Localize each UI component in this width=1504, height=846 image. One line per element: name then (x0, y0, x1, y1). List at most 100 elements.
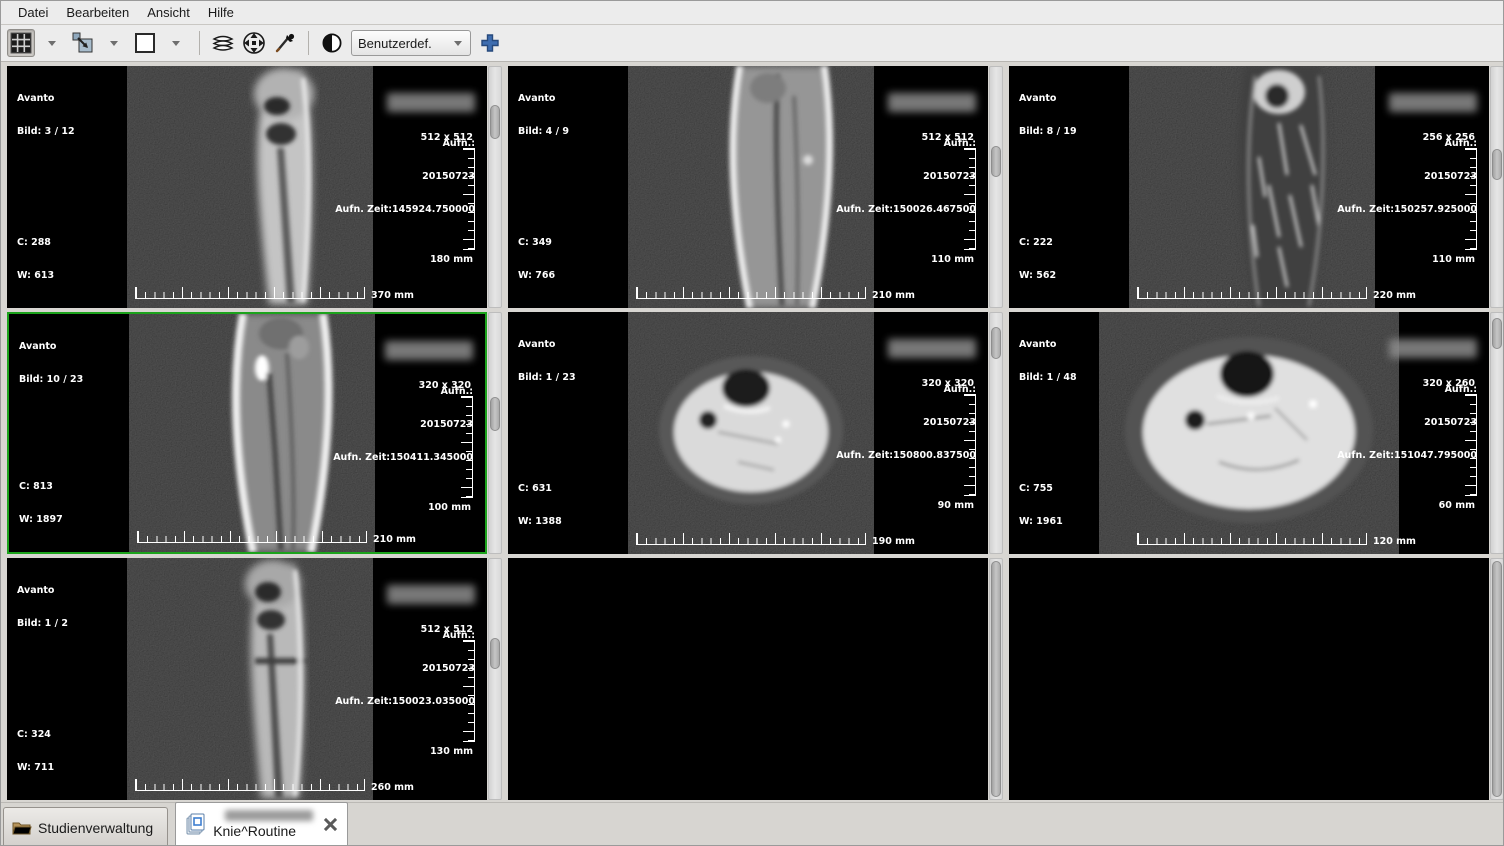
grid-layout-icon (10, 32, 32, 54)
scrollbar-thumb[interactable] (490, 105, 500, 139)
window-value: W: 766 (518, 270, 558, 281)
image-counter: Bild: 1 / 48 (1019, 372, 1077, 383)
menu-hilfe[interactable]: Hilfe (199, 2, 243, 23)
series-scrollbar[interactable] (1490, 558, 1504, 800)
scanner-label: Avanto (19, 341, 83, 352)
horizontal-ruler (1137, 287, 1367, 299)
layers-button[interactable] (209, 29, 237, 57)
acq-date: 20150723 (335, 171, 475, 182)
preset-value: Benutzerdef. (358, 36, 452, 51)
single-image-dropdown[interactable] (162, 29, 190, 57)
matrix-size: 512 x 512 (421, 132, 473, 143)
scrollbar-thumb[interactable] (490, 397, 500, 431)
center-value: C: 222 (1019, 237, 1059, 248)
acq-date: 20150723 (335, 663, 475, 674)
viewer-row: Avanto Bild: 3 / 12 Aufn.: 20150723 Aufn… (7, 66, 1497, 308)
image-viewport[interactable]: Avanto Bild: 1 / 2 Aufn.: 20150723 Aufn.… (7, 558, 487, 800)
series-scrollbar[interactable] (989, 66, 1003, 308)
image-viewport[interactable]: Avanto Bild: 4 / 9 Aufn.: 20150723 Aufn.… (508, 66, 988, 308)
tab-label: Studienverwaltung (38, 820, 153, 836)
acq-time: Aufn. Zeit:145924.750000 (335, 204, 475, 215)
scrollbar-thumb[interactable] (991, 561, 1001, 796)
scanner-label: Avanto (518, 339, 576, 350)
pipette-icon (273, 31, 297, 55)
layers-icon (211, 31, 235, 55)
close-tab-button[interactable] (323, 817, 338, 832)
pan-button[interactable] (240, 29, 268, 57)
image-viewport[interactable]: Avanto Bild: 8 / 19 Aufn.: 20150723 Aufn… (1009, 66, 1489, 308)
grid-layout-dropdown[interactable] (38, 29, 66, 57)
tile-info-bottomleft: C: 631 W: 1388 (518, 461, 562, 549)
center-value: C: 324 (17, 729, 57, 740)
window-value: W: 1897 (19, 514, 63, 525)
menu-bearbeiten[interactable]: Bearbeiten (57, 2, 138, 23)
tab-studienverwaltung[interactable]: Studienverwaltung (3, 807, 168, 846)
center-value: C: 631 (518, 483, 562, 494)
image-viewport-selected[interactable]: Avanto Bild: 10 / 23 Aufn.: 20150723 Auf… (7, 312, 487, 554)
vertical-ruler (1465, 394, 1477, 496)
series-layout-dropdown[interactable] (100, 29, 128, 57)
acq-time: Aufn. Zeit:150800.837500 (836, 450, 976, 461)
scrollbar-thumb[interactable] (991, 327, 1001, 358)
image-counter: Bild: 4 / 9 (518, 126, 569, 137)
image-counter: Bild: 8 / 19 (1019, 126, 1077, 137)
horizontal-scale-label: 370 mm (371, 290, 414, 301)
image-viewport[interactable]: Avanto Bild: 1 / 23 Aufn.: 20150723 Aufn… (508, 312, 988, 554)
patient-name-redacted (225, 810, 313, 821)
acq-date: 20150723 (1337, 417, 1477, 428)
series-scrollbar[interactable] (1490, 312, 1504, 554)
vertical-ruler (964, 148, 976, 250)
horizontal-ruler (636, 287, 866, 299)
empty-viewport[interactable] (508, 558, 988, 800)
tile-info-topright: Aufn.: 20150723 Aufn. Zeit:150800.837500 (836, 317, 976, 483)
vertical-ruler (1465, 148, 1477, 250)
acq-time: Aufn. Zeit:150257.925000 (1337, 204, 1477, 215)
single-image-button[interactable] (131, 29, 159, 57)
scanner-label: Avanto (17, 585, 68, 596)
series-scrollbar[interactable] (488, 66, 502, 308)
scanner-label: Avanto (518, 93, 569, 104)
empty-viewport[interactable] (1009, 558, 1489, 800)
scrollbar-thumb[interactable] (1492, 561, 1502, 796)
scrollbar-thumb[interactable] (1492, 318, 1502, 349)
patient-name-redacted (1389, 339, 1477, 358)
image-counter: Bild: 1 / 2 (17, 618, 68, 629)
image-counter: Bild: 3 / 12 (17, 126, 75, 137)
preset-combobox[interactable]: Benutzerdef. (351, 30, 471, 56)
scrollbar-thumb[interactable] (1492, 149, 1502, 180)
vertical-ruler (463, 640, 475, 742)
contrast-button[interactable] (318, 29, 346, 57)
menu-ansicht[interactable]: Ansicht (138, 2, 199, 23)
add-preset-button[interactable] (476, 29, 504, 57)
image-viewport[interactable]: Avanto Bild: 3 / 12 Aufn.: 20150723 Aufn… (7, 66, 487, 308)
image-viewport[interactable]: Avanto Bild: 1 / 48 Aufn.: 20150723 Aufn… (1009, 312, 1489, 554)
scanner-label: Avanto (17, 93, 75, 104)
tile-info-topleft: Avanto Bild: 1 / 2 (17, 563, 68, 651)
series-scrollbar[interactable] (488, 312, 502, 554)
series-scrollbar[interactable] (989, 558, 1003, 800)
center-value: C: 349 (518, 237, 558, 248)
close-icon (323, 817, 338, 832)
patient-name-redacted (385, 341, 473, 360)
pipette-button[interactable] (271, 29, 299, 57)
viewport-cell: Avanto Bild: 1 / 48 Aufn.: 20150723 Aufn… (1009, 312, 1504, 554)
series-layout-button[interactable] (69, 29, 97, 57)
tile-info-topright: Aufn.: 20150723 Aufn. Zeit:150023.035000 (335, 563, 475, 729)
series-scrollbar[interactable] (488, 558, 502, 800)
viewport-cell: Avanto Bild: 8 / 19 Aufn.: 20150723 Aufn… (1009, 66, 1504, 308)
acq-time: Aufn. Zeit:150411.345000 (333, 452, 473, 463)
tab-knie-routine[interactable]: Knie^Routine (175, 802, 348, 846)
scrollbar-thumb[interactable] (991, 146, 1001, 177)
menu-datei[interactable]: Datei (9, 2, 57, 23)
window-value: W: 711 (17, 762, 57, 773)
viewport-cell (508, 558, 1003, 800)
horizontal-scale-label: 190 mm (872, 536, 915, 547)
image-counter: Bild: 10 / 23 (19, 374, 83, 385)
series-scrollbar[interactable] (989, 312, 1003, 554)
vertical-scale-label: 60 mm (1439, 500, 1475, 511)
viewer-row: Avanto Bild: 10 / 23 Aufn.: 20150723 Auf… (7, 312, 1497, 554)
series-scrollbar[interactable] (1490, 66, 1504, 308)
scrollbar-thumb[interactable] (490, 638, 500, 669)
window-value: W: 562 (1019, 270, 1059, 281)
grid-layout-button[interactable] (7, 29, 35, 57)
